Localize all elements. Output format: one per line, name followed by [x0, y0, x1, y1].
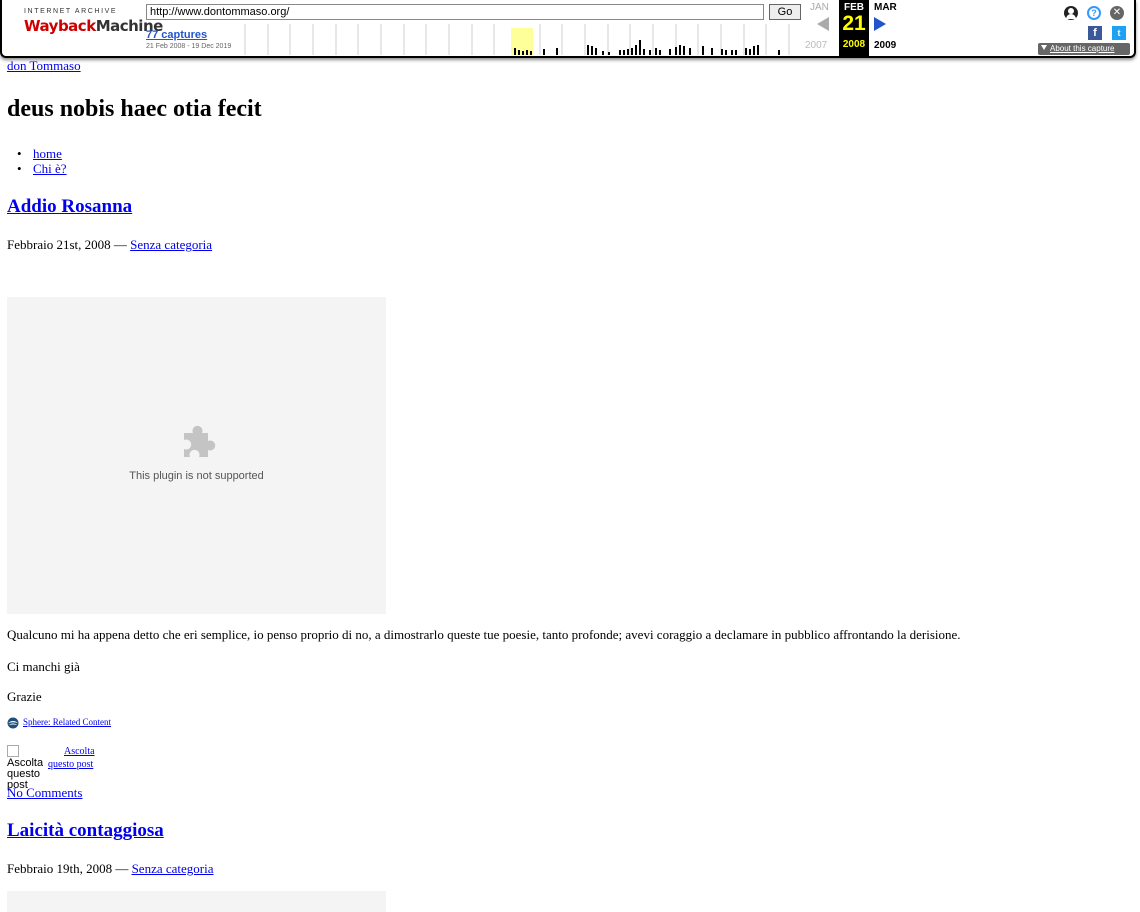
go-button[interactable]: Go — [769, 4, 801, 20]
wayback-toolbar: INTERNET ARCHIVE WaybackMachine Go 77 ca… — [0, 0, 1136, 58]
captures-link[interactable]: 77 captures — [146, 29, 207, 41]
next-month-label[interactable]: MAR — [874, 2, 897, 13]
listen-link[interactable]: Ascolta — [48, 745, 108, 758]
previous-year-label: 2007 — [805, 40, 828, 51]
post-category-link[interactable]: Senza categoria — [130, 237, 212, 252]
post-meta-separator: — — [112, 861, 132, 876]
listen-post-link-block: Ascolta questo post — [48, 745, 108, 771]
unsupported-plugin-box[interactable]: This plugin is not supported — [7, 297, 386, 614]
plugin-unsupported-message: This plugin is not supported — [129, 470, 264, 482]
capture-sparkline[interactable] — [244, 24, 800, 55]
logo-wayback-machine-text: WaybackMachine — [24, 17, 163, 35]
post-date: Febbraio 19th, 2008 — [7, 861, 113, 876]
post-title: Laicità contaggiosa — [7, 820, 164, 842]
listen-link-continued[interactable]: questo post — [48, 759, 93, 770]
logo-wayback-word: Wayback — [24, 17, 96, 35]
nav-item-chi-e: Chi è? — [17, 161, 67, 176]
previous-capture-arrow-icon[interactable] — [817, 17, 829, 31]
nav-link-chi-e[interactable]: Chi è? — [33, 161, 67, 176]
current-day-label: 21 — [842, 12, 866, 35]
comments-link[interactable]: No Comments — [7, 785, 82, 801]
facebook-icon[interactable]: f — [1088, 26, 1102, 40]
about-capture-button[interactable]: About this capture — [1038, 43, 1130, 55]
wayback-url-input[interactable] — [146, 4, 764, 20]
sphere-related-row: Sphere: Related Content — [7, 717, 111, 729]
site-title: deus nobis haec otia fecit — [7, 96, 262, 122]
capture-date-range: 21 Feb 2008 - 19 Dec 2019 — [146, 43, 232, 50]
current-year-label: 2008 — [842, 39, 866, 50]
unsupported-plugin-box[interactable] — [7, 891, 386, 912]
logo-internet-archive-text: INTERNET ARCHIVE — [24, 8, 118, 15]
triangle-down-icon — [1041, 45, 1047, 50]
twitter-icon[interactable]: t — [1112, 26, 1126, 40]
sparkline-bars — [514, 40, 780, 55]
post-paragraph: Qualcuno mi ha appena detto che eri semp… — [7, 627, 961, 642]
sphere-related-link[interactable]: Sphere: Related Content — [23, 717, 111, 727]
post-title-link[interactable]: Laicità contaggiosa — [7, 820, 164, 841]
about-capture-label: About this capture — [1050, 44, 1115, 53]
nav-item-home: home — [17, 146, 67, 161]
close-icon[interactable]: ✕ — [1110, 6, 1124, 20]
previous-month-label: JAN — [810, 2, 829, 13]
post-date: Febbraio 21st, 2008 — [7, 237, 111, 252]
post-meta: Febbraio 21st, 2008 — Senza categoria — [7, 237, 212, 253]
post-meta-separator: — — [110, 237, 131, 252]
post-title: Addio Rosanna — [7, 196, 132, 218]
wayback-logo[interactable]: INTERNET ARCHIVE WaybackMachine — [24, 8, 163, 35]
main-nav: home Chi è? — [7, 146, 67, 176]
broken-image-icon — [7, 745, 19, 757]
user-icon[interactable] — [1064, 6, 1078, 20]
post-paragraph: Ci manchi già — [7, 659, 80, 674]
post-title-link[interactable]: Addio Rosanna — [7, 196, 132, 217]
post-meta: Febbraio 19th, 2008 — Senza categoria — [7, 861, 214, 877]
puzzle-piece-icon — [184, 425, 216, 457]
site-home-link[interactable]: don Tommaso — [7, 58, 81, 74]
sphere-icon — [7, 717, 19, 729]
next-year-label[interactable]: 2009 — [874, 40, 896, 51]
post-paragraph: Grazie — [7, 689, 42, 704]
next-capture-arrow-icon[interactable] — [874, 17, 886, 31]
current-capture-date: FEB 21 2008 — [839, 0, 869, 56]
help-icon[interactable]: ? — [1087, 6, 1101, 20]
post-category-link[interactable]: Senza categoria — [132, 861, 214, 876]
nav-link-home[interactable]: home — [33, 146, 62, 161]
